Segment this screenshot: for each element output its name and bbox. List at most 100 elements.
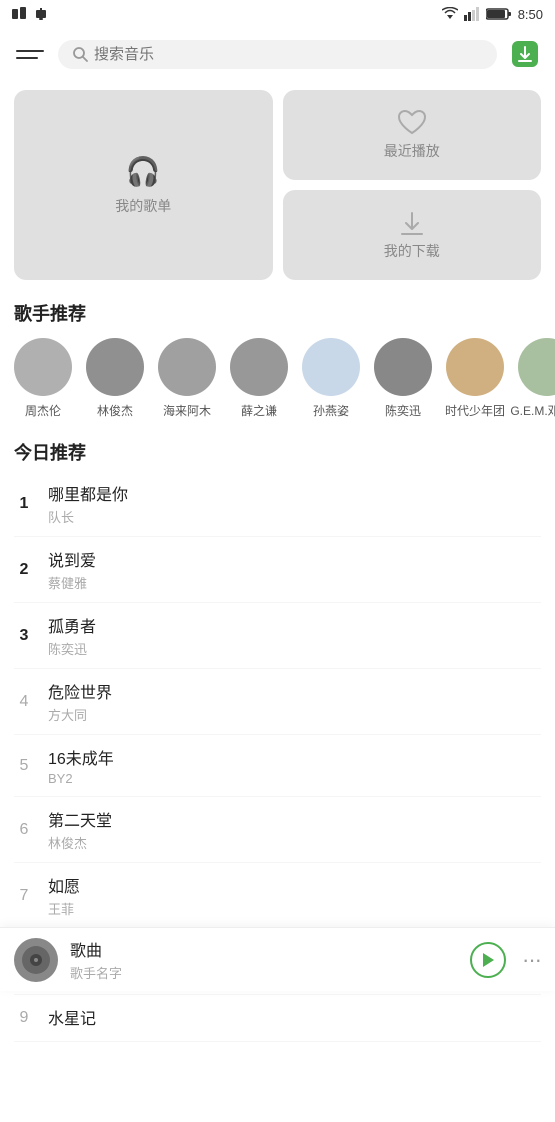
song-info: 孤勇者陈奕迅	[48, 613, 541, 658]
song-item[interactable]: 1 哪里都是你队长	[14, 471, 541, 537]
my-download-card[interactable]: 我的下载	[283, 190, 542, 280]
artist-name: 孙燕姿	[313, 402, 349, 419]
battery-icon	[486, 7, 512, 21]
notification-icon	[34, 7, 48, 21]
player-thumbnail	[14, 938, 58, 982]
recent-play-card[interactable]: 最近播放	[283, 90, 542, 180]
my-playlist-label: 我的歌单	[115, 196, 171, 216]
search-bar[interactable]	[58, 40, 497, 69]
music-note-icon	[22, 946, 50, 974]
song-item[interactable]: 2 说到爱蔡健雅	[14, 537, 541, 603]
bottom-player: 歌曲 歌手名字 ···	[0, 927, 555, 991]
status-bar: 8:50	[0, 0, 555, 28]
artist-name: G.E.M.邓紫棋	[510, 402, 555, 419]
play-icon	[481, 952, 495, 968]
signal-icon	[464, 7, 480, 21]
song-number: 4	[14, 693, 34, 711]
song-artist: 队长	[48, 507, 541, 526]
artist-name: 时代少年团	[445, 402, 505, 419]
song-number: 1	[14, 495, 34, 513]
artists-row: 周杰伦林俊杰海来阿木薛之谦孙燕姿陈奕迅时代少年团G.E.M.邓紫棋张韶涵白小	[0, 332, 555, 429]
download-button[interactable]	[507, 36, 543, 72]
song-info: 如愿王菲	[48, 873, 541, 918]
download-sm-icon	[396, 209, 428, 237]
player-controls: ···	[470, 942, 541, 978]
wifi-icon	[442, 7, 458, 21]
my-download-label: 我的下载	[384, 241, 440, 261]
song-artist: BY2	[48, 771, 541, 786]
artist-name: 陈奕迅	[385, 402, 421, 419]
search-icon	[72, 46, 88, 62]
clock: 8:50	[518, 7, 543, 22]
song-item[interactable]: 5 16未成年 BY2	[14, 735, 541, 797]
song-info: 哪里都是你队长	[48, 481, 541, 526]
recent-play-label: 最近播放	[384, 141, 440, 161]
artist-name: 薛之谦	[241, 402, 277, 419]
artist-item[interactable]: 周杰伦	[14, 338, 72, 419]
song-number: 5	[14, 757, 34, 775]
artist-item[interactable]: 海来阿木	[158, 338, 216, 419]
song-info: 16未成年 BY2	[48, 745, 541, 786]
small-cards-group: 最近播放 我的下载	[283, 90, 542, 280]
search-input[interactable]	[94, 46, 483, 63]
song-title: 哪里都是你	[48, 481, 541, 505]
song-item[interactable]: 6 第二天堂林俊杰	[14, 797, 541, 863]
song-title: 第二天堂	[48, 807, 541, 831]
artist-name: 林俊杰	[97, 402, 133, 419]
song-title: 孤勇者	[48, 613, 541, 637]
song-title: 水星记	[48, 1005, 541, 1029]
song-info: 说到爱蔡健雅	[48, 547, 541, 592]
artist-item[interactable]: 薛之谦	[230, 338, 288, 419]
artist-item[interactable]: 时代少年团	[446, 338, 504, 419]
top-bar	[0, 28, 555, 80]
headphone-icon: 🎧	[126, 155, 161, 188]
heart-icon	[396, 109, 428, 137]
artist-avatar	[86, 338, 144, 396]
artist-avatar	[518, 338, 555, 396]
player-song-title: 歌曲	[70, 937, 458, 961]
song-artist: 陈奕迅	[48, 639, 541, 658]
artist-avatar	[302, 338, 360, 396]
artists-section-title: 歌手推荐	[0, 290, 555, 332]
song-title: 16未成年	[48, 745, 541, 769]
song-number: 6	[14, 821, 34, 839]
song-item[interactable]: 9 水星记	[14, 995, 541, 1042]
song-artist: 蔡健雅	[48, 573, 541, 592]
artist-name: 周杰伦	[25, 402, 61, 419]
sim-icon	[12, 7, 28, 21]
song-item[interactable]: 4 危险世界方大同	[14, 669, 541, 735]
today-section-title: 今日推荐	[0, 429, 555, 471]
song-title: 如愿	[48, 873, 541, 897]
player-artist-name: 歌手名字	[70, 963, 458, 982]
status-icons-right: 8:50	[442, 7, 543, 22]
artist-name: 海来阿木	[163, 402, 211, 419]
player-info: 歌曲 歌手名字	[70, 937, 458, 982]
cards-section: 🎧 我的歌单 最近播放 我的下载	[0, 80, 555, 290]
song-title: 危险世界	[48, 679, 541, 703]
song-number: 3	[14, 627, 34, 645]
song-info: 水星记	[48, 1005, 541, 1031]
menu-button[interactable]	[12, 46, 48, 63]
song-item[interactable]: 3 孤勇者陈奕迅	[14, 603, 541, 669]
song-number: 9	[14, 1009, 34, 1027]
song-artist: 王菲	[48, 899, 541, 918]
artist-avatar	[446, 338, 504, 396]
artist-item[interactable]: 陈奕迅	[374, 338, 432, 419]
song-number: 2	[14, 561, 34, 579]
song-title: 说到爱	[48, 547, 541, 571]
play-pause-button[interactable]	[470, 942, 506, 978]
song-artist: 林俊杰	[48, 833, 541, 852]
song-artist: 方大同	[48, 705, 541, 724]
download-icon	[510, 39, 540, 69]
artist-item[interactable]: G.E.M.邓紫棋	[518, 338, 555, 419]
my-playlist-card[interactable]: 🎧 我的歌单	[14, 90, 273, 280]
artist-item[interactable]: 林俊杰	[86, 338, 144, 419]
artist-item[interactable]: 孙燕姿	[302, 338, 360, 419]
more-options-button[interactable]: ···	[522, 947, 541, 973]
status-icons-left	[12, 7, 48, 21]
song-item[interactable]: 7 如愿王菲	[14, 863, 541, 929]
song-info: 危险世界方大同	[48, 679, 541, 724]
song-number: 7	[14, 887, 34, 905]
artist-avatar	[158, 338, 216, 396]
artist-avatar	[14, 338, 72, 396]
